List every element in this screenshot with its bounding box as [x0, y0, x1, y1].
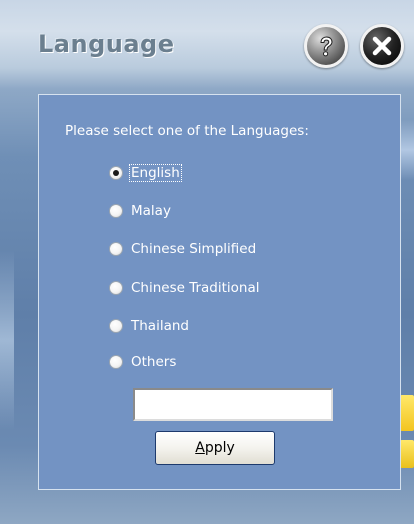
apply-button-label: pply: [204, 440, 235, 456]
radio-button-english[interactable]: [109, 166, 123, 180]
radio-option-english[interactable]: English: [109, 162, 182, 184]
language-prompt: Please select one of the Languages:: [65, 123, 309, 139]
background-streak: [400, 120, 414, 180]
background-streak: [400, 440, 414, 468]
radio-button-thailand[interactable]: [109, 319, 123, 333]
dialog-title: Language: [38, 30, 175, 58]
apply-button[interactable]: Apply: [155, 431, 275, 465]
radio-button-chinese-traditional[interactable]: [109, 281, 123, 295]
other-language-input[interactable]: [133, 388, 333, 421]
radio-option-thailand[interactable]: Thailand: [109, 315, 190, 337]
radio-button-malay[interactable]: [109, 204, 123, 218]
close-x-icon: [372, 36, 392, 56]
radio-label-chinese-simplified: Chinese Simplified: [131, 241, 257, 257]
radio-button-others[interactable]: [109, 355, 123, 369]
background-glow: [0, 250, 14, 430]
background-streak: [400, 395, 414, 431]
radio-label-others: Others: [131, 354, 177, 370]
radio-option-chinese-simplified[interactable]: Chinese Simplified: [109, 238, 257, 260]
apply-button-mnemonic: A: [195, 440, 205, 456]
radio-label-english: English: [129, 164, 182, 182]
radio-option-malay[interactable]: Malay: [109, 200, 172, 222]
language-panel: Please select one of the Languages: Engl…: [38, 94, 401, 490]
question-mark-icon: [320, 36, 333, 57]
radio-label-malay: Malay: [131, 203, 171, 219]
radio-label-thailand: Thailand: [131, 318, 189, 334]
help-button[interactable]: [304, 24, 348, 68]
close-button[interactable]: [360, 24, 404, 68]
radio-option-chinese-traditional[interactable]: Chinese Traditional: [109, 277, 261, 299]
radio-button-chinese-simplified[interactable]: [109, 242, 123, 256]
radio-label-chinese-traditional: Chinese Traditional: [131, 280, 260, 296]
language-dialog: Language Please select one of the Langua…: [0, 0, 414, 524]
radio-option-others[interactable]: Others: [109, 351, 177, 373]
